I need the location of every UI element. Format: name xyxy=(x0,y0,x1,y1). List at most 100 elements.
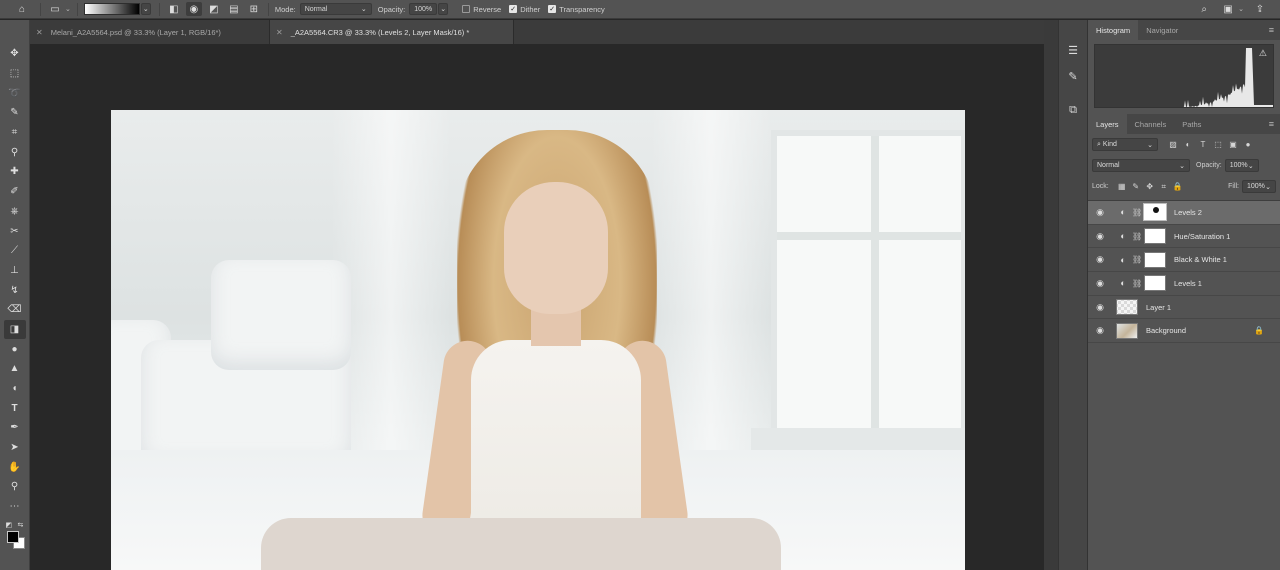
fill-field[interactable]: 100% ⌄ xyxy=(1242,180,1276,193)
stamp-tool-icon[interactable]: ⊥ xyxy=(4,261,26,281)
tab-channels[interactable]: Channels xyxy=(1127,114,1175,134)
linear-gradient-icon[interactable]: ◧ xyxy=(166,2,182,16)
tool-preset-picker[interactable]: ▭ ⌄ xyxy=(47,0,71,19)
brushes-panel-icon[interactable]: ✎ xyxy=(1062,66,1084,86)
art-brush-tool-icon[interactable]: ⟋ xyxy=(4,241,26,261)
visibility-eye-icon[interactable]: ◉ xyxy=(1088,302,1112,313)
opacity-dropdown[interactable]: ⌄ xyxy=(438,3,449,15)
close-icon[interactable]: ✕ xyxy=(276,28,283,37)
lock-all-icon[interactable]: 🔒 xyxy=(1171,180,1185,194)
angle-gradient-icon[interactable]: ◩ xyxy=(206,2,222,16)
mask-link-icon[interactable]: ⛓ xyxy=(1132,255,1142,264)
blur-tool-icon[interactable]: ● xyxy=(4,339,26,359)
brush-tool-icon[interactable]: ✐ xyxy=(4,182,26,202)
visibility-eye-icon[interactable]: ◉ xyxy=(1088,231,1112,242)
close-icon[interactable]: ✕ xyxy=(36,28,43,37)
search-icon[interactable]: ⌕ xyxy=(1196,2,1212,16)
type-filter-icon[interactable]: T xyxy=(1196,138,1210,152)
dither-checkbox[interactable]: ✓ Dither xyxy=(509,0,544,19)
lock-icon[interactable]: 🔒 xyxy=(1254,326,1264,335)
zoom-tool-icon[interactable]: ⚲ xyxy=(4,477,26,497)
tab-histogram[interactable]: Histogram xyxy=(1088,20,1139,40)
chevron-down-icon[interactable]: ⌄ xyxy=(1238,5,1244,13)
reverse-checkbox-box[interactable] xyxy=(462,5,471,13)
blend-mode-dropdown[interactable]: Normal ⌄ xyxy=(1092,159,1190,172)
smart-object-filter-icon[interactable]: ▣ xyxy=(1226,138,1240,152)
panel-menu-icon[interactable]: ≡ xyxy=(1269,119,1274,129)
radial-gradient-icon[interactable]: ◉ xyxy=(185,2,202,16)
history-tool-icon[interactable]: ↯ xyxy=(4,280,26,300)
quick-selection-tool-icon[interactable]: ✎ xyxy=(4,103,26,123)
reverse-checkbox[interactable]: Reverse xyxy=(462,0,505,19)
layer-thumbnail[interactable] xyxy=(1116,299,1138,316)
eraser-tool-icon[interactable]: ⌫ xyxy=(4,300,26,320)
mode-dropdown[interactable]: Normal ⌄ xyxy=(299,3,372,15)
layer-mask-thumbnail[interactable] xyxy=(1144,275,1166,292)
dither-checkbox-box[interactable]: ✓ xyxy=(509,5,518,13)
layer-row[interactable]: ◉ ◐ ⛓ Black & White 1 xyxy=(1088,248,1280,273)
dodge-tool-icon[interactable]: ◖ xyxy=(4,379,26,399)
layer-filter-dropdown[interactable]: ⌕ Kind ⌄ xyxy=(1092,138,1158,151)
lasso-tool-icon[interactable]: ➰ xyxy=(4,83,26,103)
default-colors-icon[interactable]: ◩ xyxy=(6,521,13,529)
tab-layers[interactable]: Layers xyxy=(1088,114,1127,134)
more-tools-icon[interactable]: ⋯ xyxy=(4,497,26,517)
hand-tool-icon[interactable]: ✋ xyxy=(4,457,26,477)
filter-toggle-icon[interactable]: ● xyxy=(1241,138,1255,152)
layer-row[interactable]: ◉ ◐ ⛓ Hue/Saturation 1 xyxy=(1088,225,1280,249)
visibility-eye-icon[interactable]: ◉ xyxy=(1088,207,1112,218)
type-tool-icon[interactable]: T xyxy=(4,398,26,418)
document-image[interactable] xyxy=(111,110,965,570)
share-icon[interactable]: ⇪ xyxy=(1252,2,1268,16)
layer-thumbnail[interactable] xyxy=(1116,322,1138,339)
lock-artboard-icon[interactable]: ⌗ xyxy=(1157,180,1171,194)
layer-row[interactable]: ◉ Background 🔒 xyxy=(1088,319,1280,344)
visibility-eye-icon[interactable]: ◉ xyxy=(1088,325,1112,336)
mask-link-icon[interactable]: ⛓ xyxy=(1132,279,1142,288)
diamond-gradient-icon[interactable]: ⊞ xyxy=(246,2,262,16)
layer-row[interactable]: ◉ ◐ ⛓ Levels 1 xyxy=(1088,272,1280,296)
lock-transparent-icon[interactable]: ▦ xyxy=(1115,180,1129,194)
home-button[interactable]: ⌂ xyxy=(14,0,30,19)
visibility-eye-icon[interactable]: ◉ xyxy=(1088,278,1112,289)
clone-stamp-tool-icon[interactable]: ⎈ xyxy=(4,202,26,222)
marquee-tool-icon[interactable]: ⬚ xyxy=(4,64,26,84)
pixel-filter-icon[interactable]: ▨ xyxy=(1166,138,1180,152)
pen-tool-icon[interactable]: ✒ xyxy=(4,418,26,438)
sharpen-tool-icon[interactable]: ▲ xyxy=(4,359,26,379)
crop-tool-icon[interactable]: ⌗ xyxy=(4,123,26,143)
document-tab-1[interactable]: ✕ Melani_A2A5564.psd @ 33.3% (Layer 1, R… xyxy=(30,20,270,44)
mask-link-icon[interactable]: ⛓ xyxy=(1132,232,1142,241)
tab-paths[interactable]: Paths xyxy=(1174,114,1209,134)
cache-warning-icon[interactable]: ⚠ xyxy=(1259,48,1267,59)
gradient-swatch[interactable] xyxy=(83,3,140,15)
move-tool-icon[interactable]: ✥ xyxy=(4,44,26,64)
workspace-icon[interactable]: ▣ xyxy=(1220,2,1236,16)
layer-mask-thumbnail[interactable] xyxy=(1144,251,1166,268)
transparency-checkbox[interactable]: ✓ Transparency xyxy=(548,0,609,19)
foreground-color-swatch[interactable] xyxy=(6,530,19,543)
layer-row[interactable]: ◉ ◐ ⛓ Levels 2 xyxy=(1088,201,1280,225)
path-selection-tool-icon[interactable]: ➤ xyxy=(4,438,26,458)
healing-brush-tool-icon[interactable]: ✚ xyxy=(4,162,26,182)
shape-filter-icon[interactable]: ⬚ xyxy=(1211,138,1225,152)
panel-menu-icon[interactable]: ≡ xyxy=(1269,25,1274,35)
layer-mask-thumbnail[interactable] xyxy=(1144,228,1166,245)
layer-row[interactable]: ◉ Layer 1 xyxy=(1088,296,1280,320)
adjustments-panel-icon[interactable]: ☰ xyxy=(1062,40,1084,60)
lock-image-icon[interactable]: ✎ xyxy=(1129,180,1143,194)
tab-navigator[interactable]: Navigator xyxy=(1138,20,1186,40)
lock-position-icon[interactable]: ✥ xyxy=(1143,180,1157,194)
gradient-dropdown[interactable]: ⌄ xyxy=(140,3,151,15)
canvas-area[interactable] xyxy=(30,44,1044,570)
layer-opacity-field[interactable]: 100% ⌄ xyxy=(1224,159,1259,172)
visibility-eye-icon[interactable]: ◉ xyxy=(1088,254,1112,265)
swap-colors-icon[interactable]: ⇆ xyxy=(18,521,24,529)
libraries-panel-icon[interactable]: ⧉ xyxy=(1062,100,1084,120)
reflected-gradient-icon[interactable]: ▤ xyxy=(226,2,242,16)
history-brush-tool-icon[interactable]: ✂ xyxy=(4,221,26,241)
adjustment-filter-icon[interactable]: ◐ xyxy=(1181,138,1195,152)
transparency-checkbox-box[interactable]: ✓ xyxy=(548,5,557,13)
eyedropper-tool-icon[interactable]: ⚲ xyxy=(4,142,26,162)
gradient-picker[interactable]: ⌄ xyxy=(83,0,151,19)
